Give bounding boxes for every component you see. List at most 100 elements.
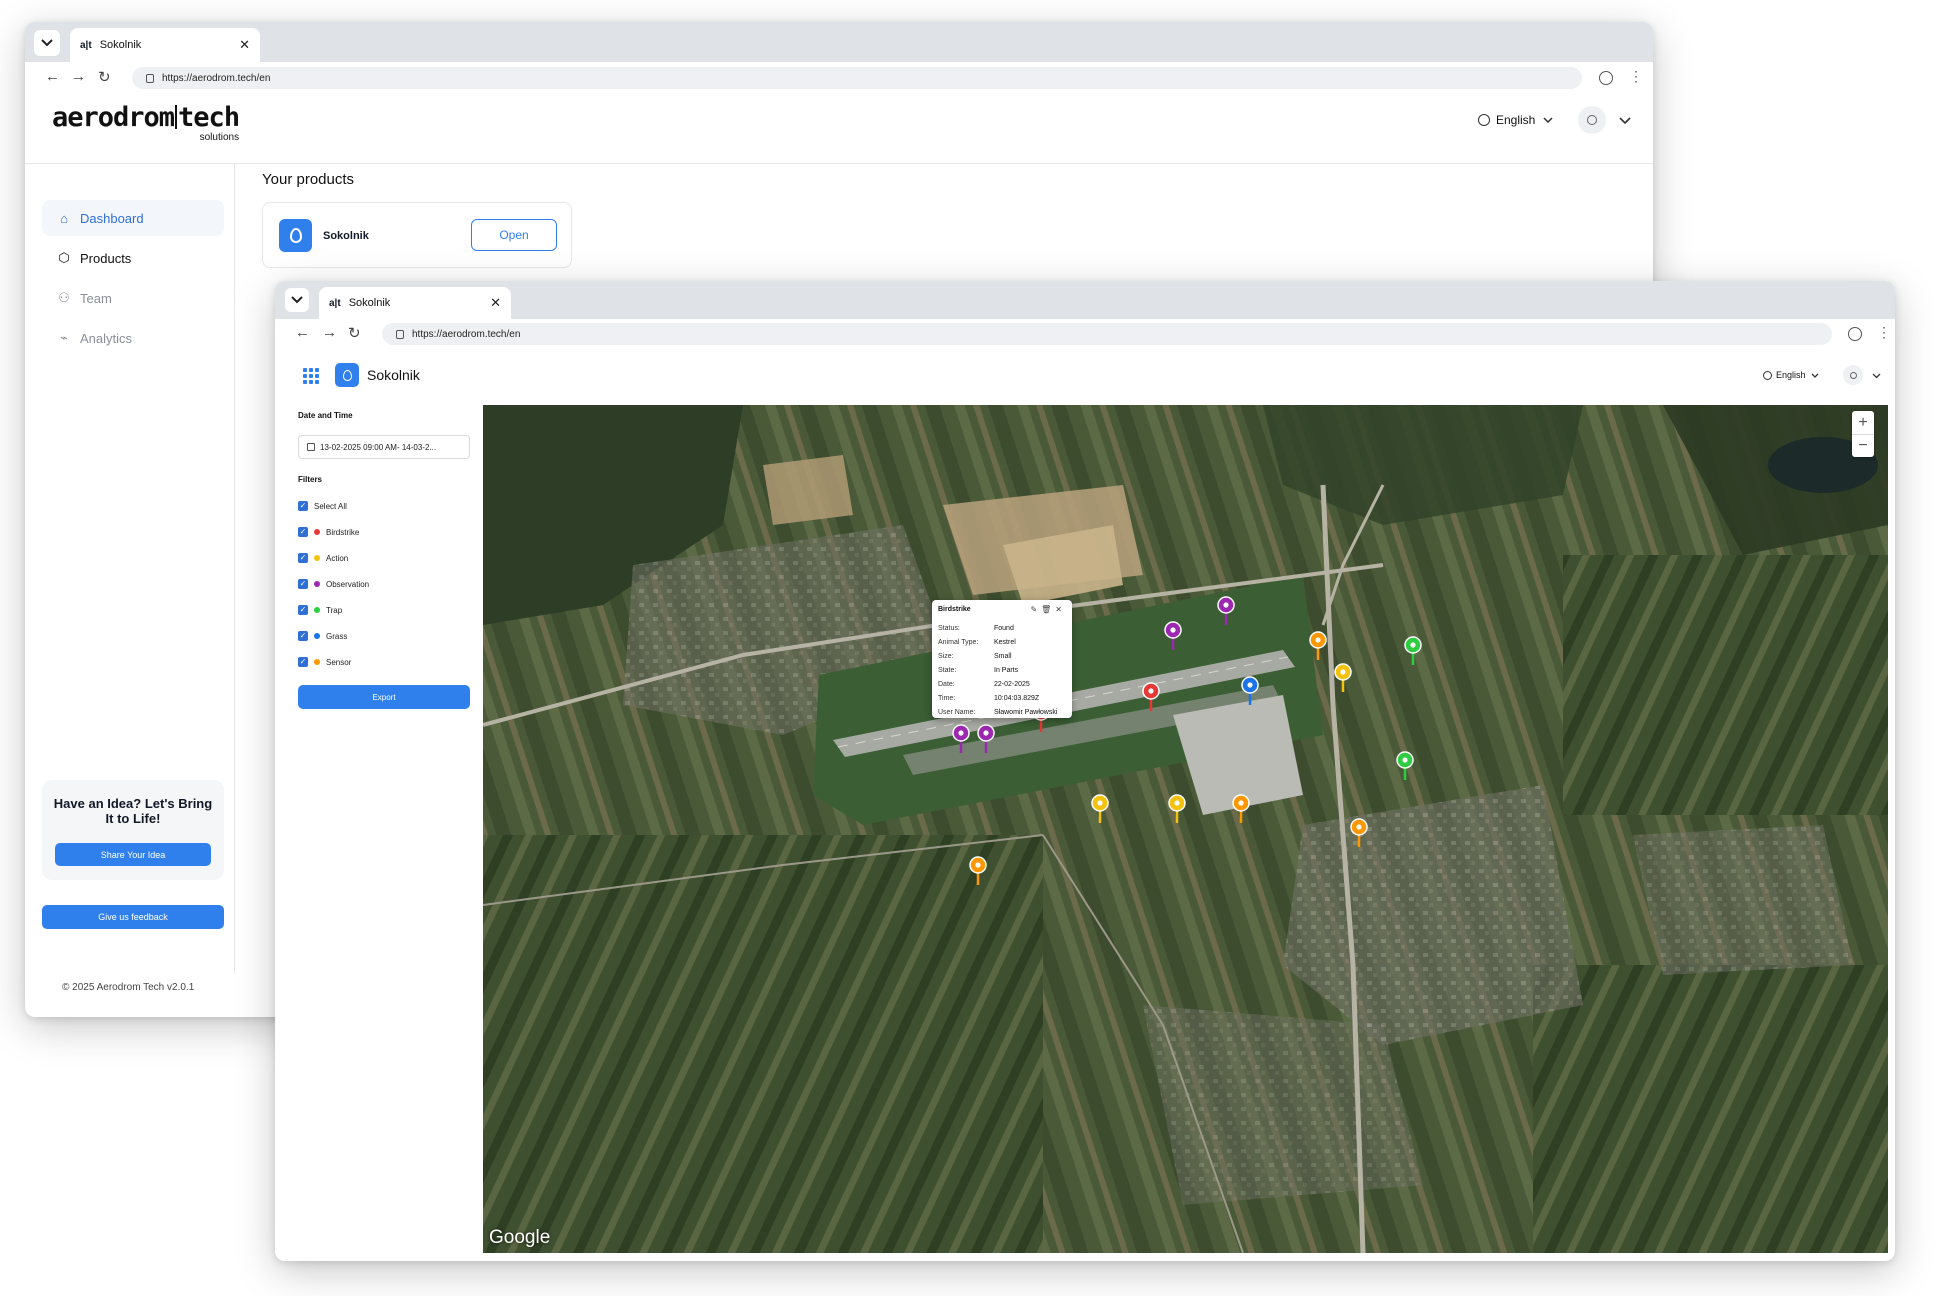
tab-list-button[interactable] [34, 30, 60, 56]
export-button[interactable]: Export [298, 685, 470, 709]
language-selector[interactable]: English [1763, 370, 1819, 380]
map-imagery [483, 405, 1888, 1253]
popup-row: Status: Found [938, 625, 1014, 632]
browser-tab[interactable]: a|t Sokolnik ✕ [319, 287, 511, 319]
filter-select-all[interactable]: ✓ Select All [298, 501, 347, 511]
product-card: Sokolnik Open [262, 202, 572, 268]
zoom-out-button[interactable]: − [1852, 434, 1874, 457]
close-icon[interactable]: ✕ [1055, 605, 1066, 614]
address-bar: ← → ↻ https://aerodrom.tech/en ⋮ [275, 319, 1895, 349]
copyright-text: © 2025 Aerodrom Tech v2.0.1 [62, 982, 195, 993]
sidebar-item-products[interactable]: ⬡ Products [42, 240, 224, 276]
favicon: a|t [80, 39, 92, 51]
feedback-button[interactable]: Give us feedback [42, 905, 224, 929]
filter-observation[interactable]: ✓ Observation [298, 579, 369, 589]
close-tab-icon[interactable]: ✕ [490, 295, 501, 311]
checkbox-checked-icon[interactable]: ✓ [298, 579, 308, 589]
chevron-down-icon [41, 39, 53, 47]
front-browser-window: a|t Sokolnik ✕ ← → ↻ https://aerodrom.te… [275, 281, 1895, 1261]
extension-icon[interactable] [1599, 71, 1613, 85]
open-product-button[interactable]: Open [471, 219, 557, 251]
delete-icon[interactable]: 🗑 [1041, 605, 1055, 614]
google-attribution: Google [489, 1227, 551, 1248]
language-selector[interactable]: English [1478, 113, 1553, 127]
browser-menu-icon[interactable]: ⋮ [1629, 68, 1643, 85]
popup-row: Date: 22-02-2025 [938, 681, 1030, 688]
filter-sensor[interactable]: ✓ Sensor [298, 657, 351, 667]
tab-title: Sokolnik [99, 39, 142, 51]
team-icon: ⚇ [58, 290, 70, 305]
app-header: Sokolnik English [275, 349, 1895, 405]
forward-arrow-icon[interactable]: → [322, 324, 337, 341]
app-title: Sokolnik [367, 367, 420, 383]
sidebar-item-analytics[interactable]: ⌁ Analytics [42, 320, 224, 356]
tab-title: Sokolnik [348, 297, 391, 309]
checkbox-checked-icon[interactable]: ✓ [298, 657, 308, 667]
product-name: Sokolnik [323, 230, 369, 242]
reload-icon[interactable]: ↻ [98, 68, 111, 86]
back-arrow-icon[interactable]: ← [295, 324, 310, 341]
tab-bar: a|t Sokolnik ✕ [25, 22, 1653, 62]
map-pin-icon [342, 369, 352, 381]
checkbox-checked-icon[interactable]: ✓ [298, 631, 308, 641]
chart-icon: ⌁ [60, 330, 68, 345]
tab-list-button[interactable] [285, 288, 309, 312]
chevron-down-icon [1543, 117, 1553, 123]
green-marker-icon [314, 607, 320, 613]
checkbox-checked-icon[interactable]: ✓ [298, 605, 308, 615]
popup-title: Birdstrike [938, 606, 971, 613]
back-arrow-icon[interactable]: ← [45, 68, 60, 85]
globe-icon [1478, 114, 1490, 126]
user-avatar[interactable] [1578, 106, 1606, 134]
popup-row: State: In Parts [938, 667, 1019, 674]
birdstrike-popup: Birdstrike ✎🗑✕ Status: Found Animal Type:… [932, 600, 1072, 718]
red-marker-icon [314, 529, 320, 535]
filter-trap[interactable]: ✓ Trap [298, 605, 342, 615]
user-menu-chevron-icon[interactable] [1619, 117, 1631, 125]
edit-icon[interactable]: ✎ [1030, 605, 1041, 614]
sokolnik-product-icon [279, 219, 312, 252]
filter-grass[interactable]: ✓ Grass [298, 631, 347, 641]
browser-tab[interactable]: a|t Sokolnik ✕ [70, 28, 260, 62]
browser-menu-icon[interactable]: ⋮ [1877, 324, 1891, 341]
sidebar-item-team[interactable]: ⚇ Team [42, 280, 224, 316]
app-header: aerodrom tech solutions English [25, 94, 1653, 164]
satellite-map[interactable]: + − Google Birdstrike ✎🗑✕ Status: Found A… [483, 405, 1888, 1253]
user-icon [1587, 115, 1597, 125]
purple-marker-icon [314, 581, 320, 587]
extension-icon[interactable] [1848, 327, 1862, 341]
reload-icon[interactable]: ↻ [348, 324, 361, 342]
cube-icon: ⬡ [58, 250, 70, 265]
apps-grid-icon[interactable] [303, 368, 319, 384]
user-icon [1849, 371, 1857, 379]
filters-label: Filters [298, 475, 323, 484]
close-tab-icon[interactable]: ✕ [239, 37, 250, 53]
checkbox-checked-icon[interactable]: ✓ [298, 501, 308, 511]
sidebar-item-dashboard[interactable]: ⌂ Dashboard [42, 200, 224, 236]
map-pin-icon [289, 228, 302, 243]
forward-arrow-icon[interactable]: → [71, 68, 86, 85]
lock-icon [396, 329, 404, 339]
filter-birdstrike[interactable]: ✓ Birdstrike [298, 527, 359, 537]
date-label: Date and Time [298, 411, 353, 420]
date-range-input[interactable]: 13-02-2025 09:00 AM- 14-03-2... [298, 435, 470, 459]
page-title: Your products [262, 171, 355, 188]
user-avatar[interactable] [1843, 365, 1863, 385]
share-idea-button[interactable]: Share Your Idea [55, 843, 211, 866]
filter-action[interactable]: ✓ Action [298, 553, 348, 563]
url-field[interactable]: https://aerodrom.tech/en [132, 67, 1582, 89]
tab-bar: a|t Sokolnik ✕ [275, 281, 1895, 319]
popup-row: User Name: Sławomir Pawłowski [938, 709, 1058, 716]
url-text: https://aerodrom.tech/en [412, 328, 521, 340]
checkbox-checked-icon[interactable]: ✓ [298, 553, 308, 563]
zoom-in-button[interactable]: + [1852, 411, 1874, 434]
idea-card: Have an Idea? Let's Bring It to Life! Sh… [42, 780, 224, 880]
chevron-down-icon [1811, 373, 1818, 378]
sokolnik-product-icon [335, 363, 359, 387]
url-field[interactable]: https://aerodrom.tech/en [382, 323, 1832, 345]
calendar-icon [307, 443, 315, 451]
popup-row: Size: Small [938, 653, 1012, 660]
checkbox-checked-icon[interactable]: ✓ [298, 527, 308, 537]
address-bar: ← → ↻ https://aerodrom.tech/en ⋮ [25, 62, 1653, 94]
user-menu-chevron-icon[interactable] [1872, 373, 1881, 379]
